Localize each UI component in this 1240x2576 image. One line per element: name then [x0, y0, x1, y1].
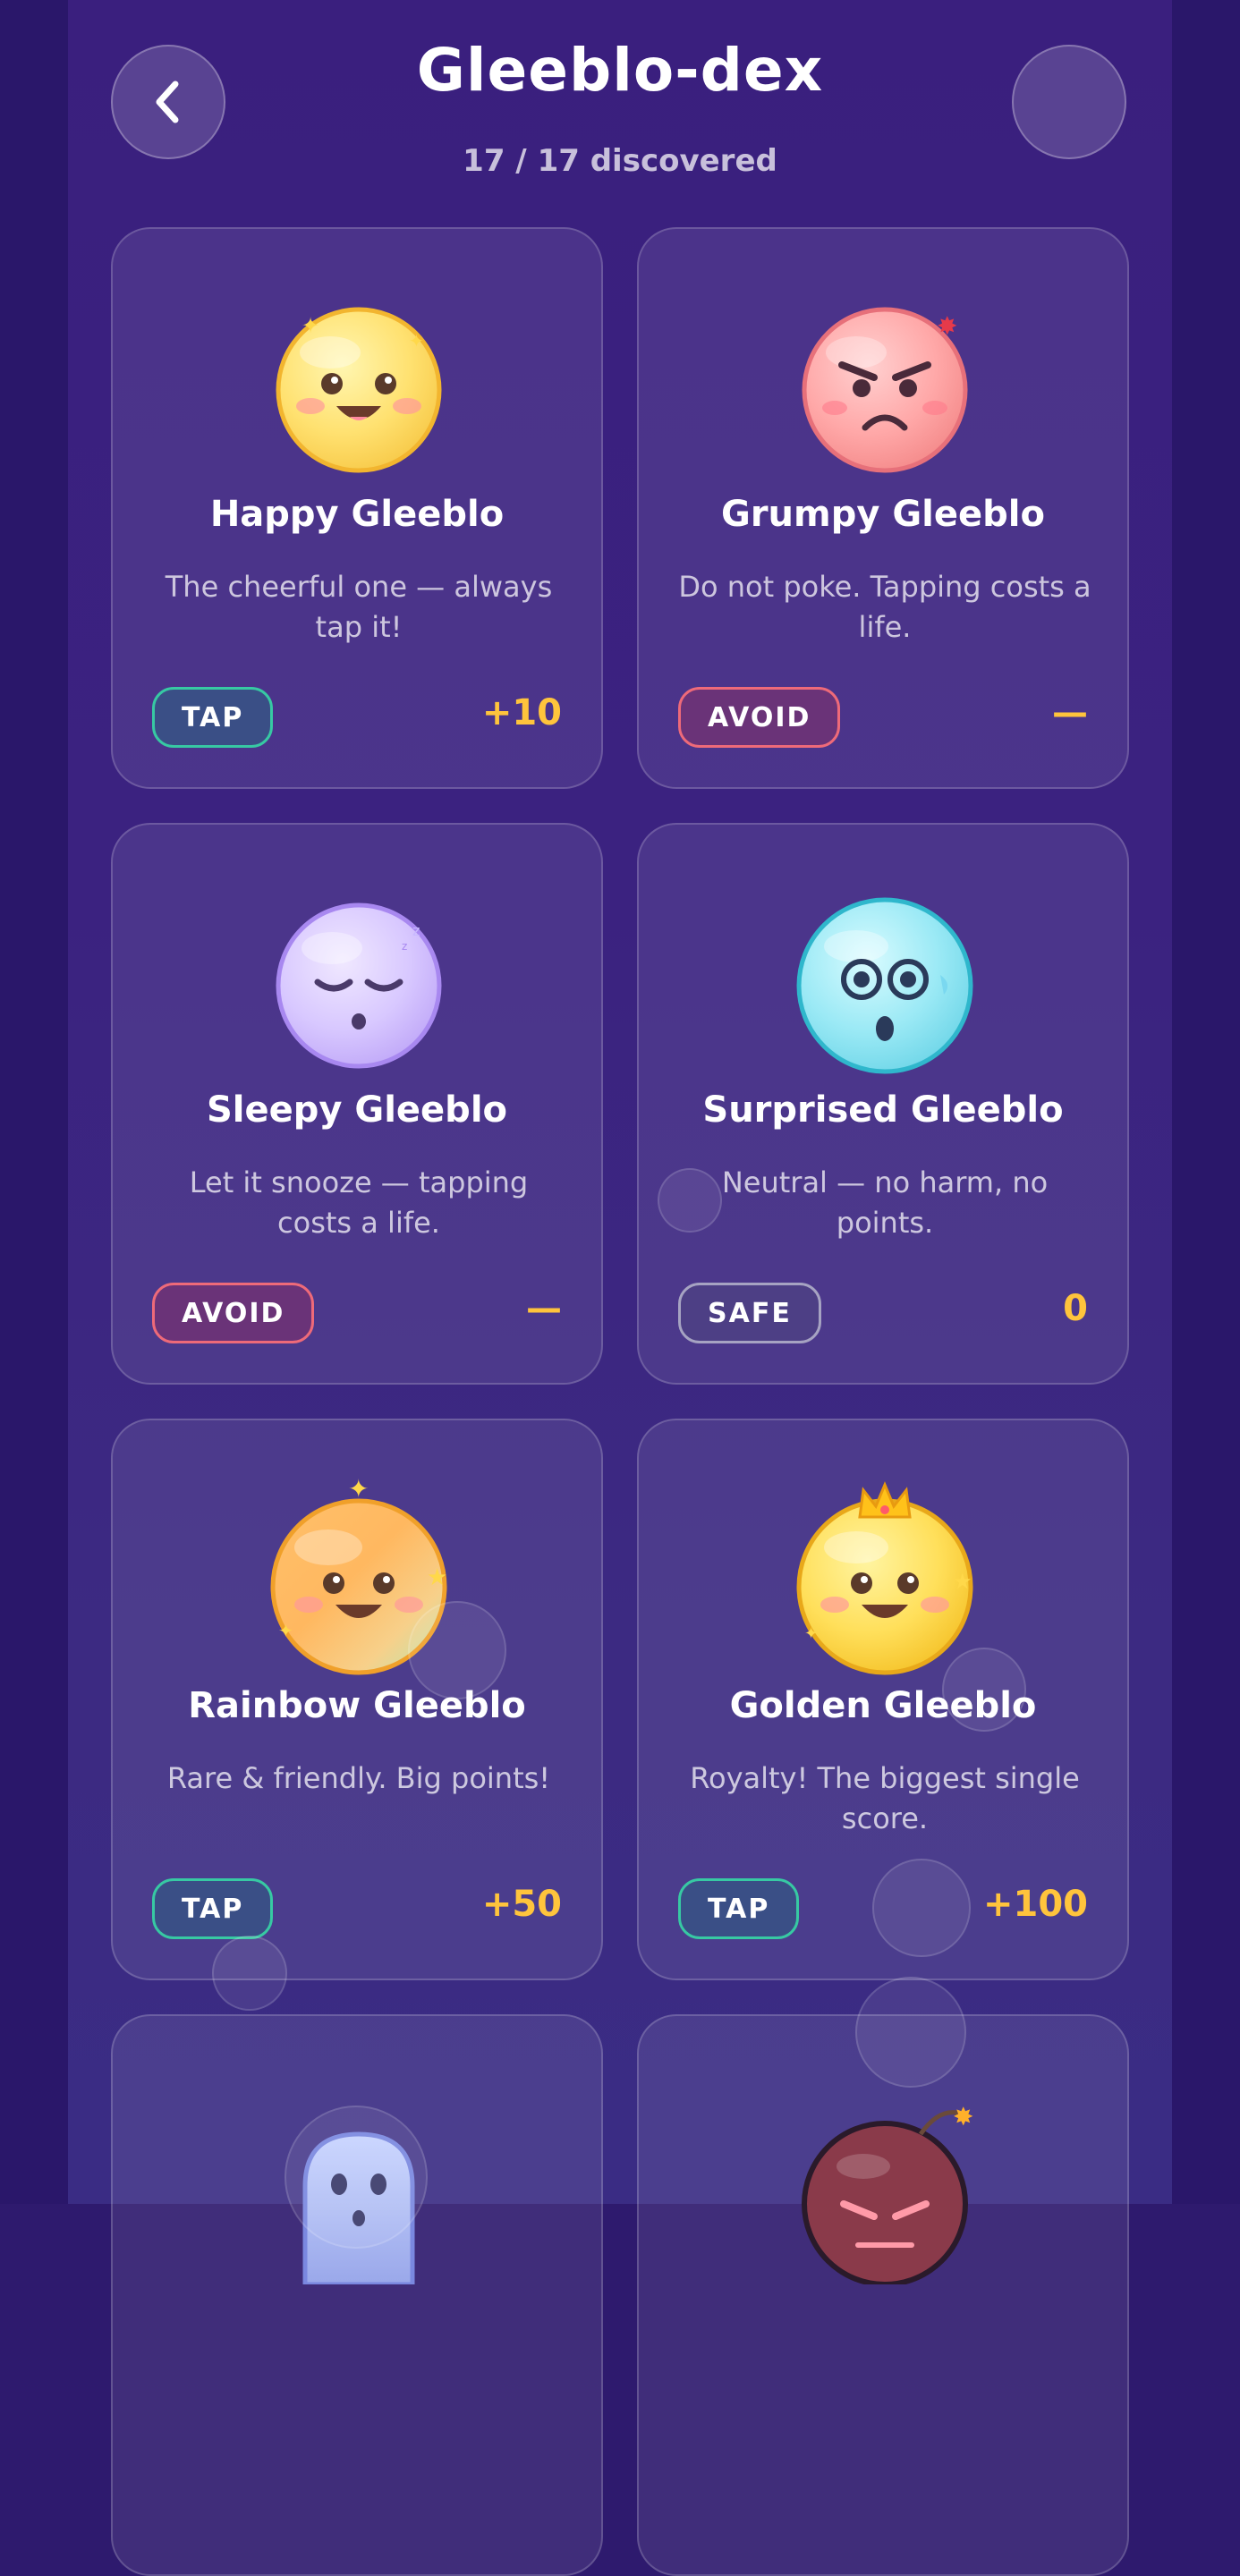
card-description: The cheerful one — always tap it! — [165, 570, 553, 644]
floating-bubble — [942, 1648, 1026, 1732]
safe-badge: SAFE — [678, 1283, 821, 1343]
bomb-face-icon: ✸ — [802, 2102, 973, 2284]
card-rainbow-gleeblo[interactable]: ✦ ★ ✦ Rainbow Gleeblo Rare & friendly. B… — [111, 1419, 603, 1980]
avoid-badge: AVOID — [152, 1283, 315, 1343]
card-description: Let it snooze — tapping costs a life. — [189, 1165, 529, 1240]
tap-badge: TAP — [152, 687, 274, 748]
left-margin — [0, 0, 68, 2204]
sleepy-face-icon: z z — [276, 902, 442, 1069]
card-description: Neutral — no harm, no points. — [721, 1165, 1049, 1240]
surprised-face-icon — [796, 897, 973, 1074]
svg-text:✦: ✦ — [409, 330, 424, 352]
card-surprised-gleeblo[interactable]: Surprised Gleeblo Neutral — no harm, no … — [637, 823, 1129, 1385]
points-value: +10 — [481, 692, 562, 733]
floating-bubble — [872, 1859, 971, 1957]
svg-text:✦: ✦ — [278, 1620, 293, 1641]
menu-button[interactable] — [1012, 45, 1126, 159]
card-name: Golden Gleeblo — [729, 1685, 1037, 1726]
svg-text:z: z — [402, 940, 407, 953]
svg-text:✦: ✦ — [804, 1624, 818, 1643]
floating-bubble — [855, 1977, 966, 2088]
svg-text:★: ★ — [427, 1564, 447, 1591]
floating-bubble — [212, 1936, 287, 2011]
header: Gleeblo-dex 17 / 17 discovered — [0, 0, 1240, 206]
svg-text:z: z — [412, 922, 420, 939]
card-ghost-gleeblo[interactable] — [111, 2014, 603, 2576]
card-name: Rainbow Gleeblo — [188, 1685, 526, 1726]
card-description: Rare & friendly. Big points! — [166, 1761, 551, 1795]
tap-badge: TAP — [152, 1878, 274, 1939]
angry-face-icon: ✸ — [802, 307, 968, 473]
card-name: Surprised Gleeblo — [702, 1089, 1064, 1131]
card-description: Royalty! The biggest single score. — [690, 1761, 1080, 1835]
happy-face-icon: ✦ ✦ — [276, 307, 442, 473]
card-happy-gleeblo[interactable]: ✦ ✦ Happy Gleeblo The cheerful one — alw… — [111, 227, 603, 789]
points-value: 0 — [1063, 1288, 1088, 1329]
svg-text:★: ★ — [953, 1569, 972, 1594]
svg-text:✦: ✦ — [302, 313, 319, 338]
card-description: Do not poke. Tapping costs a life. — [678, 570, 1091, 644]
svg-text:✸: ✸ — [953, 2102, 973, 2131]
tap-badge: TAP — [678, 1878, 800, 1939]
points-value: — — [526, 1288, 562, 1329]
avoid-badge: AVOID — [678, 687, 841, 748]
card-name: Sleepy Gleeblo — [206, 1089, 508, 1131]
card-name: Happy Gleeblo — [209, 494, 505, 535]
points-value: +50 — [481, 1884, 562, 1925]
svg-text:✸: ✸ — [937, 311, 957, 341]
points-value: — — [1052, 692, 1088, 733]
floating-bubble — [658, 1168, 722, 1233]
floating-bubble — [285, 2106, 428, 2249]
card-name: Grumpy Gleeblo — [721, 494, 1045, 535]
right-margin — [1172, 0, 1240, 2204]
svg-text:✦: ✦ — [348, 1474, 369, 1504]
card-sleepy-gleeblo[interactable]: z z Sleepy Gleeblo Let it snooze — tappi… — [111, 823, 603, 1385]
card-grumpy-gleeblo[interactable]: ✸ Grumpy Gleeblo Do not poke. Tapping co… — [637, 227, 1129, 789]
floating-bubble — [408, 1601, 506, 1699]
points-value: +100 — [982, 1884, 1088, 1925]
card-bomb-gleeblo[interactable]: ✸ — [637, 2014, 1129, 2576]
